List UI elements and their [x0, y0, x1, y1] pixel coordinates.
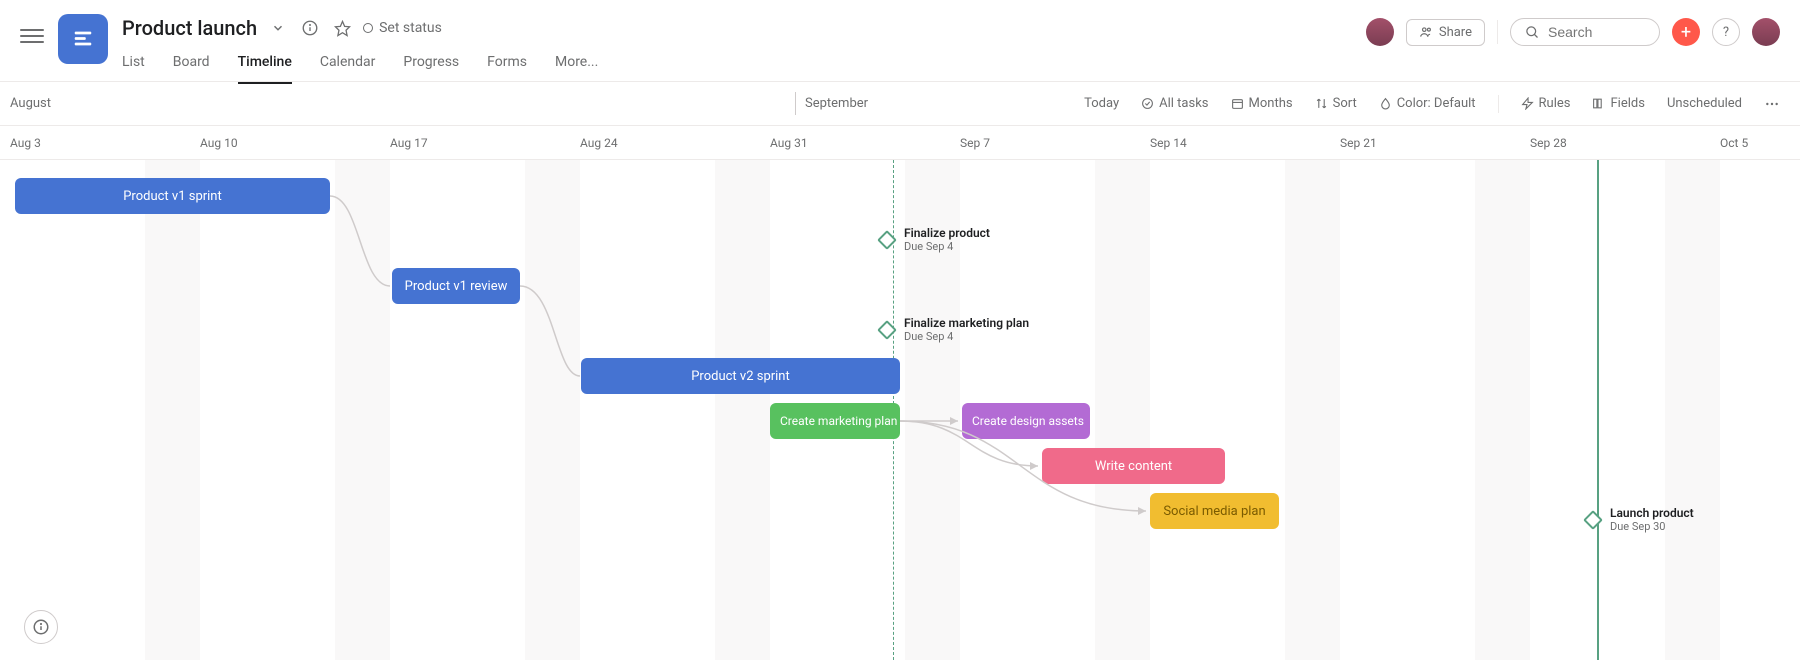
- user-avatar[interactable]: [1752, 18, 1780, 46]
- project-title[interactable]: Product launch: [122, 16, 257, 40]
- date-tick: Sep 28: [1530, 136, 1567, 150]
- milestone-launch[interactable]: Launch product Due Sep 30: [1586, 506, 1694, 533]
- add-button[interactable]: +: [1672, 18, 1700, 46]
- people-icon: [1419, 25, 1433, 39]
- search-icon: [1525, 25, 1540, 40]
- task-bar-v1review[interactable]: Product v1 review: [392, 268, 520, 304]
- tab-progress[interactable]: Progress: [403, 54, 459, 84]
- chevron-down-icon[interactable]: [267, 17, 289, 39]
- search-input[interactable]: [1548, 24, 1638, 40]
- help-button[interactable]: ?: [1712, 18, 1740, 46]
- date-tick: Aug 17: [390, 136, 428, 150]
- weekend-shade: [715, 160, 770, 660]
- task-bar-v2sprint[interactable]: Product v2 sprint: [581, 358, 900, 394]
- milestone-due: Due Sep 30: [1610, 520, 1694, 533]
- tab-board[interactable]: Board: [173, 54, 210, 84]
- timeline-canvas[interactable]: Product v1 sprint Product v1 review Prod…: [0, 160, 1800, 660]
- weekend-shade: [1285, 160, 1340, 660]
- month-divider: [795, 92, 796, 115]
- weekend-shade: [1095, 160, 1150, 660]
- milestone-due: Due Sep 4: [904, 240, 990, 253]
- tab-timeline[interactable]: Timeline: [238, 54, 292, 84]
- weekend-shade: [145, 160, 200, 660]
- milestone-finalize-marketing[interactable]: Finalize marketing plan Due Sep 4: [880, 316, 1029, 343]
- app-header: Product launch Set status List Board Tim…: [0, 0, 1800, 82]
- search-box[interactable]: [1510, 18, 1660, 46]
- task-bar-design[interactable]: Create design assets: [962, 403, 1090, 439]
- task-bar-v1sprint[interactable]: Product v1 sprint: [15, 178, 330, 214]
- date-tick: Sep 14: [1150, 136, 1187, 150]
- all-tasks-filter[interactable]: All tasks: [1141, 96, 1208, 111]
- diamond-icon: [1583, 510, 1603, 530]
- date-tick: Sep 7: [960, 136, 990, 150]
- info-icon[interactable]: [299, 17, 321, 39]
- board-icon: [72, 28, 94, 50]
- date-tick: Oct 5: [1720, 136, 1748, 150]
- today-button[interactable]: Today: [1084, 96, 1119, 111]
- milestone-due: Due Sep 4: [904, 330, 1029, 343]
- timeline-toolbar: August September Today All tasks Months …: [0, 82, 1800, 126]
- info-icon: [32, 618, 50, 636]
- milestone-title: Finalize product: [904, 226, 990, 240]
- status-dot-icon: [363, 23, 373, 33]
- weekend-shade: [1475, 160, 1530, 660]
- task-bar-mktplan[interactable]: Create marketing plan: [770, 403, 900, 439]
- color-button[interactable]: Color: Default: [1379, 96, 1476, 111]
- date-tick: Aug 31: [770, 136, 808, 150]
- member-avatar[interactable]: [1366, 18, 1394, 46]
- project-tabs: List Board Timeline Calendar Progress Fo…: [122, 54, 1352, 84]
- milestone-title: Launch product: [1610, 506, 1694, 520]
- status-label: Set status: [379, 20, 442, 36]
- milestone-title: Finalize marketing plan: [904, 316, 1029, 330]
- tab-forms[interactable]: Forms: [487, 54, 527, 84]
- columns-icon: [1592, 97, 1605, 110]
- ellipsis-icon: [1764, 96, 1780, 112]
- header-right: Share + ?: [1366, 18, 1780, 46]
- month-september: September: [805, 96, 868, 111]
- date-tick: Aug 10: [200, 136, 238, 150]
- task-bar-social[interactable]: Social media plan: [1150, 493, 1279, 529]
- lightning-icon: [1521, 97, 1534, 110]
- month-august: August: [10, 96, 51, 111]
- sort-icon: [1315, 97, 1328, 110]
- weekend-shade: [1665, 160, 1720, 660]
- tab-more[interactable]: More...: [555, 54, 598, 84]
- calendar-icon: [1231, 97, 1244, 110]
- sort-button[interactable]: Sort: [1315, 96, 1357, 111]
- date-tick: Aug 3: [10, 136, 41, 150]
- date-tick: Aug 24: [580, 136, 618, 150]
- diamond-icon: [877, 230, 897, 250]
- milestone-finalize-product[interactable]: Finalize product Due Sep 4: [880, 226, 990, 253]
- tab-calendar[interactable]: Calendar: [320, 54, 376, 84]
- zoom-select[interactable]: Months: [1231, 96, 1293, 111]
- weekend-shade: [525, 160, 580, 660]
- divider: [1497, 20, 1498, 44]
- rules-button[interactable]: Rules: [1521, 96, 1571, 111]
- tab-list[interactable]: List: [122, 54, 145, 84]
- date-axis: Aug 3 Aug 10 Aug 17 Aug 24 Aug 31 Sep 7 …: [0, 126, 1800, 160]
- fields-button[interactable]: Fields: [1592, 96, 1644, 111]
- project-icon[interactable]: [58, 14, 108, 64]
- more-options[interactable]: [1764, 96, 1780, 112]
- toolbar-separator: [1498, 95, 1499, 113]
- share-button[interactable]: Share: [1406, 19, 1485, 46]
- menu-toggle[interactable]: [20, 24, 44, 48]
- info-float-button[interactable]: [24, 610, 58, 644]
- marker-solid: [1597, 160, 1599, 660]
- date-tick: Sep 21: [1340, 136, 1377, 150]
- set-status[interactable]: Set status: [363, 20, 442, 36]
- check-circle-icon: [1141, 97, 1154, 110]
- task-bar-write[interactable]: Write content: [1042, 448, 1225, 484]
- share-label: Share: [1439, 25, 1472, 40]
- star-icon[interactable]: [331, 17, 353, 39]
- header-main: Product launch Set status List Board Tim…: [122, 12, 1352, 84]
- weekend-shade: [335, 160, 390, 660]
- diamond-icon: [877, 320, 897, 340]
- unscheduled-button[interactable]: Unscheduled: [1667, 96, 1742, 111]
- droplet-icon: [1379, 97, 1392, 110]
